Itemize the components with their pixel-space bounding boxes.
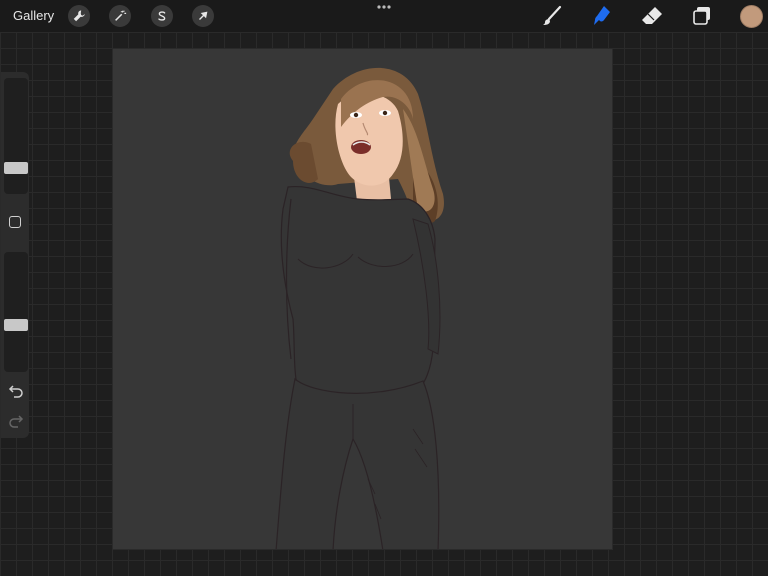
top-toolbar: Gallery xyxy=(0,0,768,32)
wrench-icon[interactable] xyxy=(68,5,90,27)
redo-icon[interactable] xyxy=(8,414,24,428)
brush-size-thumb[interactable] xyxy=(4,162,28,174)
more-dots-icon[interactable] xyxy=(374,0,394,12)
brush-size-slider[interactable] xyxy=(4,78,28,194)
eraser-icon[interactable] xyxy=(640,4,664,28)
brush-icon[interactable] xyxy=(540,4,564,28)
gallery-button[interactable]: Gallery xyxy=(13,8,54,24)
color-picker-swatch[interactable] xyxy=(740,5,763,28)
undo-icon[interactable] xyxy=(8,384,24,398)
opacity-thumb[interactable] xyxy=(4,319,28,331)
smudge-icon[interactable] xyxy=(590,4,614,28)
drawing-canvas[interactable] xyxy=(112,48,613,550)
selection-s-icon[interactable] xyxy=(151,5,173,27)
square-icon[interactable] xyxy=(9,216,21,228)
opacity-slider[interactable] xyxy=(4,252,28,372)
layers-icon[interactable] xyxy=(690,4,714,28)
left-sidebar xyxy=(1,72,29,438)
magic-wand-icon[interactable] xyxy=(109,5,131,27)
artwork-illustration xyxy=(275,67,444,549)
arrow-cursor-icon[interactable] xyxy=(192,5,214,27)
